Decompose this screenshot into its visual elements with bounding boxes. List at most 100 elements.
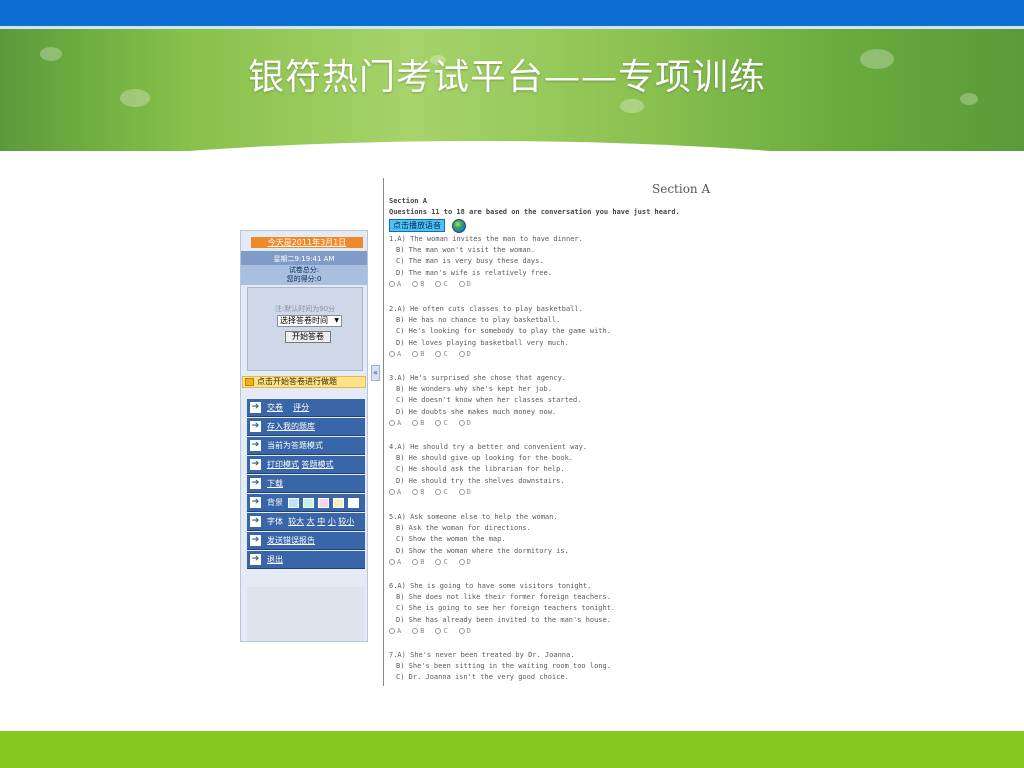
start-exam-button[interactable]: 开始答卷 [285,331,331,343]
radio-button[interactable] [435,419,442,426]
exit-link[interactable]: 退出 [267,551,283,569]
radio-button[interactable] [458,627,465,634]
today-date[interactable]: 今天是2011年3月1日 [251,237,363,248]
radio-button[interactable] [435,627,442,634]
answer-option[interactable]: C [435,349,448,360]
radio-button[interactable] [458,280,465,287]
answer-choice-text: C) The man is very busy these days. [396,257,544,266]
radio-button[interactable] [389,419,395,426]
radio-button[interactable] [435,488,442,495]
answer-choice-text: D) He doubts she makes much money now. [396,407,557,416]
radio-button[interactable] [389,488,395,495]
answer-option[interactable]: C [435,626,448,637]
answer-option[interactable]: A [389,279,401,290]
menu-item-save[interactable]: ➔ 存入我的题库 [247,418,365,436]
question-item: 2.A) He often cuts classes to play baske… [389,304,729,360]
radio-button[interactable] [458,350,465,357]
print-mode-link[interactable]: 打印模式 [267,460,299,469]
grade-link[interactable]: 评分 [293,403,309,412]
radio-button[interactable] [412,350,419,357]
option-letter: C [443,418,448,427]
option-letter: A [397,557,402,566]
radio-button[interactable] [458,419,465,426]
answer-choice-text: B) She's been sitting in the waiting roo… [396,662,611,671]
menu-item-exit[interactable]: ➔ 退出 [247,551,365,569]
globe-icon[interactable] [452,219,466,233]
radio-button[interactable] [435,350,442,357]
answer-choice-text: 2.A) He often cuts classes to play baske… [389,305,583,313]
answer-option[interactable]: A [389,418,401,429]
answer-option[interactable]: D [458,279,471,290]
answer-option[interactable]: D [458,557,471,568]
answer-option[interactable]: C [435,418,448,429]
radio-button[interactable] [435,558,442,565]
answer-option[interactable]: D [458,349,471,360]
answer-choice-text: 6.A) She is going to have some visitors … [389,582,592,590]
arrow-right-icon: ➔ [250,478,261,489]
answer-option[interactable]: B [412,626,424,637]
answer-option[interactable]: B [412,487,424,498]
swatch-blue[interactable] [288,498,299,508]
answer-option[interactable]: C [435,487,448,498]
answer-choice-text: C) She is going to see her foreign teach… [396,604,616,613]
font-smaller-link[interactable]: 较小 [338,517,354,526]
download-link[interactable]: 下载 [267,475,283,493]
radio-button[interactable] [412,419,419,426]
answer-option[interactable]: A [389,487,401,498]
radio-button[interactable] [412,488,419,495]
play-audio-button[interactable]: 点击播放语音 [389,219,445,232]
submit-link[interactable]: 交卷 [267,403,283,412]
radio-button[interactable] [458,488,465,495]
question-item: 3.A) He's surprised she chose that agenc… [389,373,729,429]
answer-option[interactable]: B [412,557,424,568]
option-letter: B [420,626,425,635]
answer-option[interactable]: A [389,349,401,360]
radio-button[interactable] [412,280,419,287]
time-select[interactable]: 选择答卷时间 ▼ [277,315,342,327]
radio-button[interactable] [435,280,442,287]
answer-choice-text: B) Ask the woman for directions. [396,524,531,533]
swatch-green[interactable] [303,498,314,508]
save-bank-link[interactable]: 存入我的题库 [267,418,315,436]
collapse-panel-button[interactable]: « [371,365,380,381]
start-tip: 点击开始答卷进行做题 [242,376,366,388]
radio-button[interactable] [412,627,419,634]
section-instructions: Questions 11 to 18 are based on the conv… [389,208,680,216]
answer-option[interactable]: C [435,557,448,568]
send-error-link[interactable]: 发送错误报告 [267,532,315,550]
answer-option[interactable]: D [458,418,471,429]
answer-option[interactable]: D [458,626,471,637]
swatch-pink[interactable] [318,498,329,508]
answer-option[interactable]: B [412,418,424,429]
radio-button[interactable] [412,558,419,565]
arrow-right-icon: ➔ [250,402,261,413]
menu-item-background: ➔ 背景 [247,494,365,512]
font-medium-link[interactable]: 中 [317,517,325,526]
menu-item-report[interactable]: ➔ 发送错误报告 [247,532,365,550]
answer-choice-text: 4.A) He should try a better and convenie… [389,443,588,451]
answer-option[interactable]: B [412,349,424,360]
radio-button[interactable] [389,627,395,634]
font-larger-link[interactable]: 较大 [288,517,304,526]
radio-button[interactable] [389,558,395,565]
answer-mode-link[interactable]: 答题模式 [302,460,334,469]
section-subheading: Section A [389,197,427,205]
answer-options: A B C D [389,279,729,290]
radio-button[interactable] [389,350,395,357]
answer-option[interactable]: A [389,557,401,568]
menu-item-download[interactable]: ➔ 下载 [247,475,365,493]
answer-choice-text: 1.A) The woman invites the man to have d… [389,235,583,243]
swatch-yellow[interactable] [333,498,344,508]
answer-option[interactable]: D [458,487,471,498]
question-item: 5.A) Ask someone else to help the woman.… [389,512,729,568]
font-large-link[interactable]: 大 [307,517,315,526]
answer-option[interactable]: C [435,279,448,290]
answer-option[interactable]: B [412,279,424,290]
radio-button[interactable] [389,280,395,287]
font-small-link[interactable]: 小 [328,517,336,526]
answer-option[interactable]: A [389,626,401,637]
answer-options: A B C D [389,557,729,568]
chevron-down-icon: ▼ [334,317,339,324]
swatch-white[interactable] [348,498,359,508]
radio-button[interactable] [458,558,465,565]
